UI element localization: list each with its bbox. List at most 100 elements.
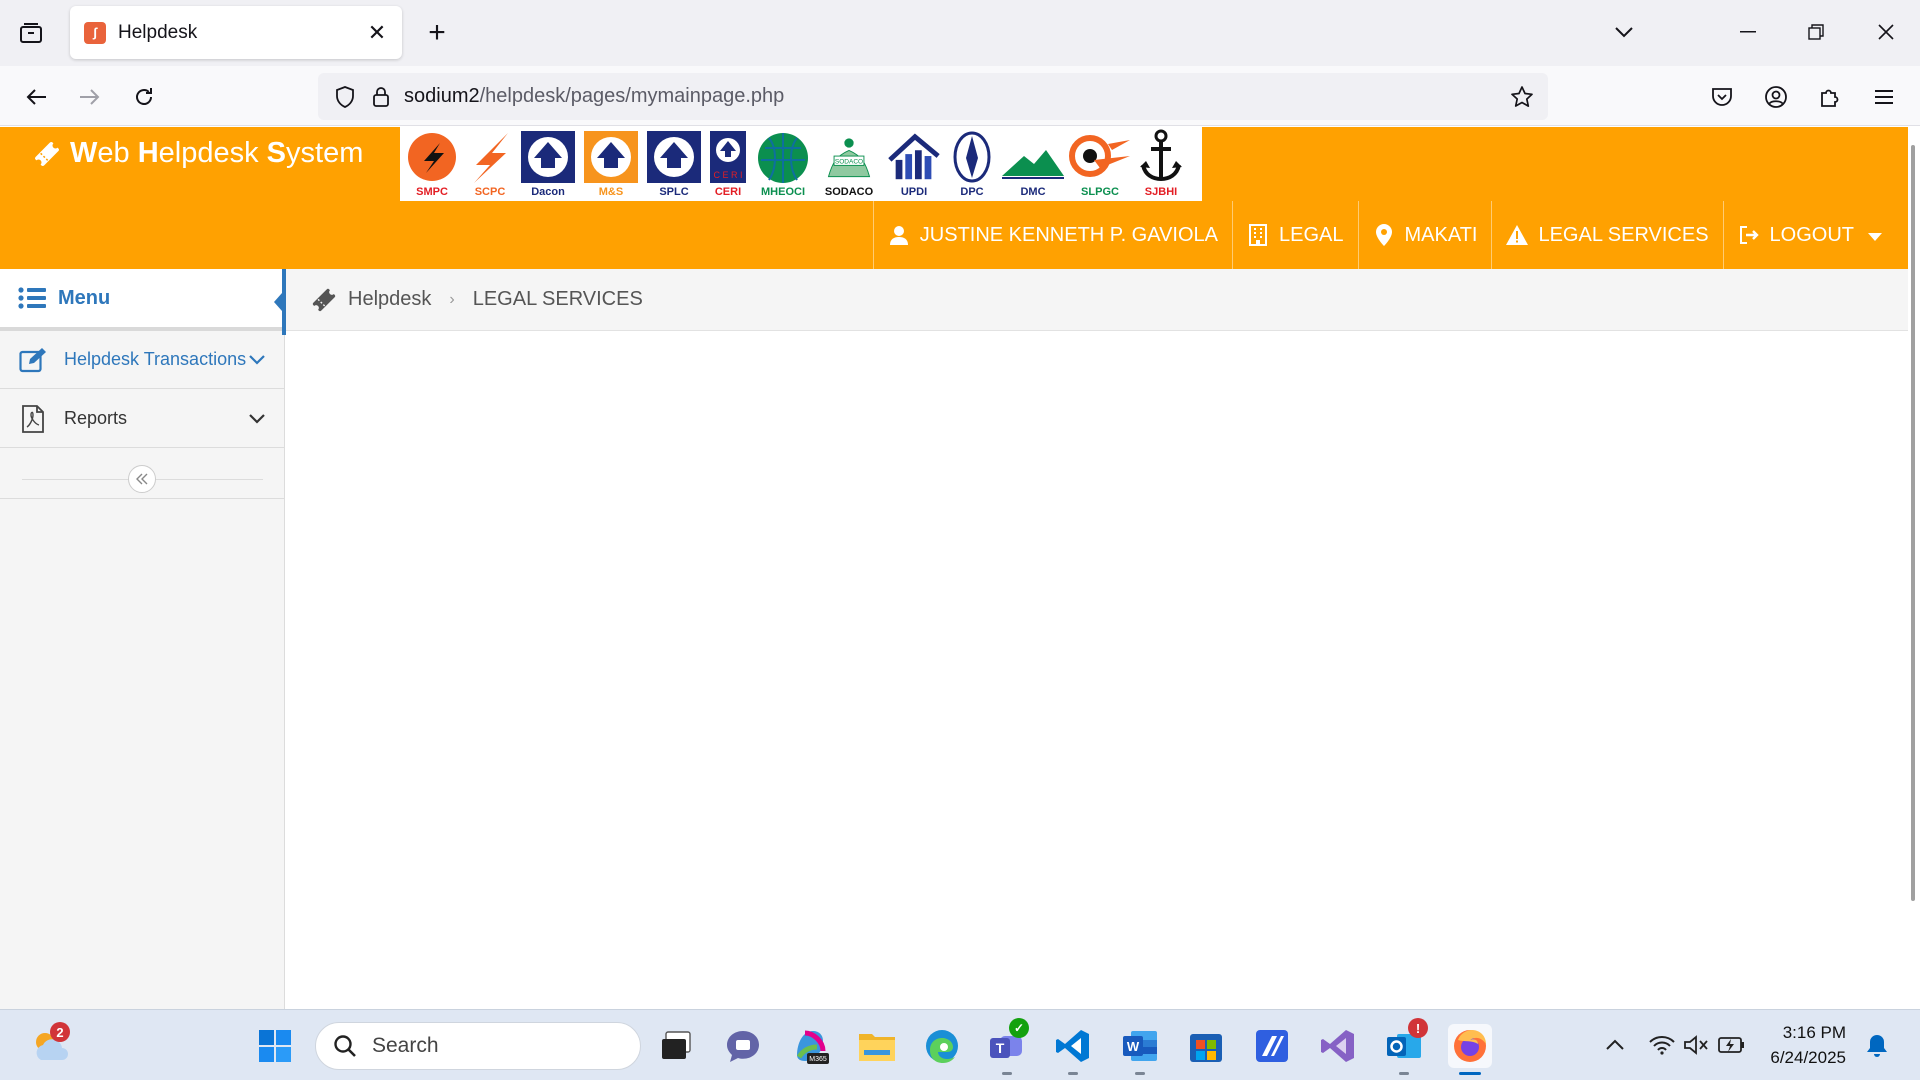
sidebar-item-helpdesk-transactions[interactable]: Helpdesk Transactions <box>0 331 285 389</box>
lock-icon[interactable] <box>370 84 392 110</box>
taskbar-search-box[interactable]: Search <box>315 1022 641 1070</box>
pocket-icon[interactable] <box>1703 78 1741 116</box>
task-view-icon[interactable] <box>654 1024 698 1068</box>
double-chevron-left-icon <box>136 473 148 485</box>
file-explorer-icon[interactable] <box>855 1024 899 1068</box>
restore-icon[interactable] <box>1796 14 1836 50</box>
logo-dpc: DPC <box>946 127 998 201</box>
power-automate-icon[interactable] <box>1250 1024 1294 1068</box>
forward-arrow-icon[interactable] <box>71 78 109 116</box>
close-window-icon[interactable] <box>1866 14 1906 50</box>
scrollbar-thumb[interactable] <box>1911 145 1915 901</box>
notification-bell-icon[interactable] <box>1862 1030 1892 1060</box>
logo-smpc: SMPC <box>400 127 464 201</box>
system-clock[interactable]: 3:16 PM 6/24/2025 <box>1766 1020 1846 1070</box>
account-icon[interactable] <box>1757 78 1795 116</box>
extensions-puzzle-icon[interactable] <box>1811 78 1849 116</box>
vscode-icon[interactable] <box>1051 1024 1095 1075</box>
browser-tab-helpdesk[interactable]: ʃ Helpdesk ✕ <box>70 6 402 59</box>
hamburger-menu-icon[interactable] <box>1865 78 1903 116</box>
ticket-icon <box>310 286 338 314</box>
new-tab-button[interactable]: + <box>420 16 454 50</box>
warning-icon <box>1506 224 1529 246</box>
volume-muted-icon[interactable] <box>1681 1030 1711 1060</box>
ticket-icon <box>32 139 62 169</box>
search-icon <box>332 1033 358 1059</box>
slpgc-logo-icon <box>1068 130 1132 184</box>
minimize-icon[interactable] <box>1728 14 1768 50</box>
tab-list-icon[interactable] <box>14 16 48 50</box>
wifi-icon[interactable] <box>1647 1030 1677 1060</box>
tab-close-icon[interactable]: ✕ <box>362 18 392 48</box>
microsoft-store-icon[interactable] <box>1184 1024 1228 1068</box>
running-indicator <box>1135 1072 1145 1075</box>
running-indicator <box>1002 1072 1012 1075</box>
menu-pointer-arrow <box>274 269 286 335</box>
teams-status-check-icon: ✓ <box>1009 1018 1029 1038</box>
chevron-down-icon <box>247 350 267 370</box>
weather-widget-icon[interactable]: 2 <box>28 1022 72 1068</box>
show-hidden-icons-chevron-icon[interactable] <box>1600 1030 1630 1060</box>
topnav-location[interactable]: MAKATI <box>1357 201 1492 269</box>
caret-down-icon <box>1868 224 1882 247</box>
dpc-logo-icon <box>950 130 994 184</box>
collapse-sidebar-button[interactable] <box>128 465 156 493</box>
m365-copilot-icon[interactable]: M365 <box>788 1024 832 1068</box>
dacon-logo-icon <box>520 130 576 184</box>
reload-icon[interactable] <box>125 78 163 116</box>
logout-button[interactable]: LOGOUT <box>1722 201 1908 269</box>
breadcrumb-separator-icon: › <box>449 290 455 308</box>
firefox-icon[interactable] <box>1448 1024 1492 1075</box>
tab-title: Helpdesk <box>118 21 198 43</box>
url-path: /helpdesk/pages/mymainpage.php <box>479 85 785 107</box>
logo-label: DMC <box>1020 186 1046 198</box>
logo-mheoci: MHEOCI <box>750 127 816 201</box>
outlook-icon[interactable]: ! <box>1382 1018 1428 1075</box>
pdf-file-icon <box>18 404 48 433</box>
tracking-shield-icon[interactable] <box>332 84 358 110</box>
edge-browser-icon[interactable] <box>920 1024 964 1068</box>
logo-slpgc: SLPGC <box>1068 127 1132 201</box>
svg-text:SODACO: SODACO <box>835 159 863 166</box>
sidebar-item-reports[interactable]: Reports <box>0 390 285 448</box>
topnav-user[interactable]: JUSTINE KENNETH P. GAVIOLA <box>872 201 1232 269</box>
menu-header[interactable]: Menu <box>0 269 285 331</box>
topnav-section[interactable]: LEGAL SERVICES <box>1491 201 1722 269</box>
logo-sjbhi: SJBHI <box>1132 127 1190 201</box>
topnav-department[interactable]: LEGAL <box>1232 201 1357 269</box>
battery-charging-icon[interactable] <box>1717 1030 1747 1060</box>
svg-text:M365: M365 <box>809 1056 827 1063</box>
updi-logo-icon <box>886 130 942 184</box>
weather-badge: 2 <box>50 1022 70 1042</box>
main-content-area <box>286 332 1908 1009</box>
page-scrollbar[interactable] <box>1908 127 1920 1009</box>
breadcrumb-home-link[interactable]: Helpdesk <box>348 288 431 311</box>
logo-label: DPC <box>960 186 984 198</box>
word-icon[interactable]: W <box>1118 1024 1162 1075</box>
logo-label: Dacon <box>531 186 565 198</box>
search-placeholder: Search <box>372 1034 439 1057</box>
brand-title[interactable]: Web Helpdesk System <box>32 137 363 170</box>
windows-start-icon[interactable] <box>253 1024 297 1068</box>
section-name: LEGAL SERVICES <box>1538 223 1709 246</box>
logo-dacon: Dacon <box>516 127 580 201</box>
logo-label: UPDI <box>900 186 928 198</box>
teams-icon[interactable]: T ✓ <box>985 1018 1029 1075</box>
user-icon <box>888 224 910 246</box>
tab-overflow-chevron-icon[interactable] <box>1604 14 1644 50</box>
back-arrow-icon[interactable] <box>17 78 55 116</box>
map-marker-icon <box>1373 224 1395 246</box>
company-logos-strip: SMPC SCPC Dacon M&S SPLC C E R I CERI MH… <box>400 127 1202 201</box>
outlook-alert-badge: ! <box>1408 1018 1428 1038</box>
logo-label: SCPC <box>474 186 506 198</box>
app-header: Web Helpdesk System SMPC SCPC Dacon M&S … <box>0 127 1908 269</box>
logo-dmc: DMC <box>998 127 1068 201</box>
teams-chat-icon[interactable] <box>721 1024 765 1068</box>
bookmark-star-icon[interactable] <box>1508 83 1536 111</box>
visual-studio-icon[interactable] <box>1316 1024 1360 1068</box>
logo-scpc: SCPC <box>464 127 516 201</box>
url-text[interactable]: sodium2/helpdesk/pages/mymainpage.php <box>404 85 784 108</box>
address-bar[interactable]: sodium2/helpdesk/pages/mymainpage.php <box>318 73 1548 120</box>
logo-label: SODACO <box>824 186 874 198</box>
logo-label: SPLC <box>659 186 689 198</box>
